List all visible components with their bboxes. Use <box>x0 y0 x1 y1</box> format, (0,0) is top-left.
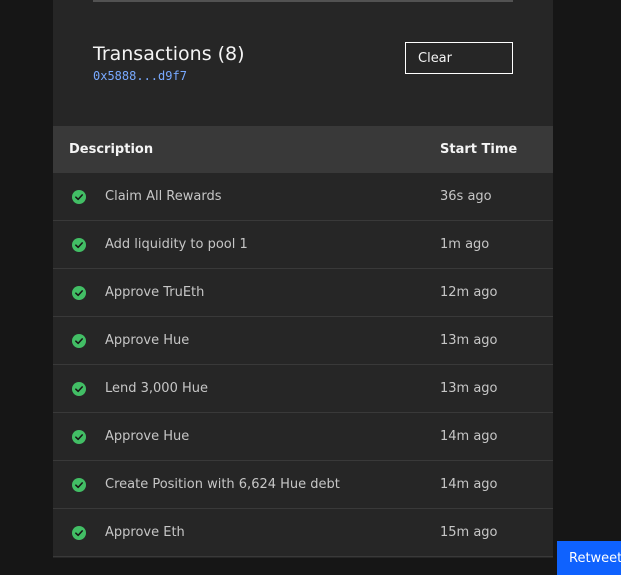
transaction-description: Approve TruEth <box>105 285 205 300</box>
column-header-description: Description <box>69 142 154 157</box>
table-row: Approve Hue 13m ago <box>53 317 553 365</box>
table-row: Add liquidity to pool 1 1m ago <box>53 221 553 269</box>
transaction-description: Claim All Rewards <box>105 189 222 204</box>
transaction-start-time: 36s ago <box>440 189 492 204</box>
table-row: Claim All Rewards 36s ago <box>53 173 553 221</box>
transaction-start-time: 12m ago <box>440 285 498 300</box>
transaction-description: Lend 3,000 Hue <box>105 381 208 396</box>
checkmark-filled-icon <box>72 526 86 540</box>
transaction-description: Add liquidity to pool 1 <box>105 237 248 252</box>
transaction-start-time: 13m ago <box>440 333 498 348</box>
checkmark-filled-icon <box>72 430 86 444</box>
table-header: Description Start Time <box>53 126 553 173</box>
table-row: Approve Eth 15m ago <box>53 509 553 557</box>
checkmark-filled-icon <box>72 238 86 252</box>
checkmark-filled-icon <box>72 190 86 204</box>
transaction-description: Approve Eth <box>105 525 185 540</box>
table-row: Approve TruEth 12m ago <box>53 269 553 317</box>
top-divider <box>93 0 513 2</box>
transactions-table: Description Start Time Claim All Rewards… <box>53 126 553 557</box>
transaction-description: Approve Hue <box>105 333 190 348</box>
checkmark-filled-icon <box>72 286 86 300</box>
table-body: Claim All Rewards 36s ago Add liquidity to… <box>53 173 553 557</box>
checkmark-filled-icon <box>72 334 86 348</box>
table-row: Create Position with 6,624 Hue debt 14m a… <box>53 461 553 509</box>
transactions-modal: Transactions (8) 0x5888...d9f7 Clear Des… <box>53 0 553 558</box>
transaction-description: Create Position with 6,624 Hue debt <box>105 477 340 492</box>
page-title: Transactions (8) <box>93 43 245 65</box>
wallet-address[interactable]: 0x5888...d9f7 <box>93 69 187 83</box>
table-row: Lend 3,000 Hue 13m ago <box>53 365 553 413</box>
transaction-start-time: 1m ago <box>440 237 490 252</box>
clear-button[interactable]: Clear <box>405 42 513 74</box>
table-row: Approve Hue 14m ago <box>53 413 553 461</box>
transaction-start-time: 15m ago <box>440 525 498 540</box>
column-header-start-time: Start Time <box>440 142 518 157</box>
retweet-button[interactable]: Retweet <box>557 541 621 575</box>
transaction-start-time: 14m ago <box>440 477 498 492</box>
transaction-start-time: 14m ago <box>440 429 498 444</box>
checkmark-filled-icon <box>72 478 86 492</box>
transaction-description: Approve Hue <box>105 429 190 444</box>
checkmark-filled-icon <box>72 382 86 396</box>
transaction-start-time: 13m ago <box>440 381 498 396</box>
